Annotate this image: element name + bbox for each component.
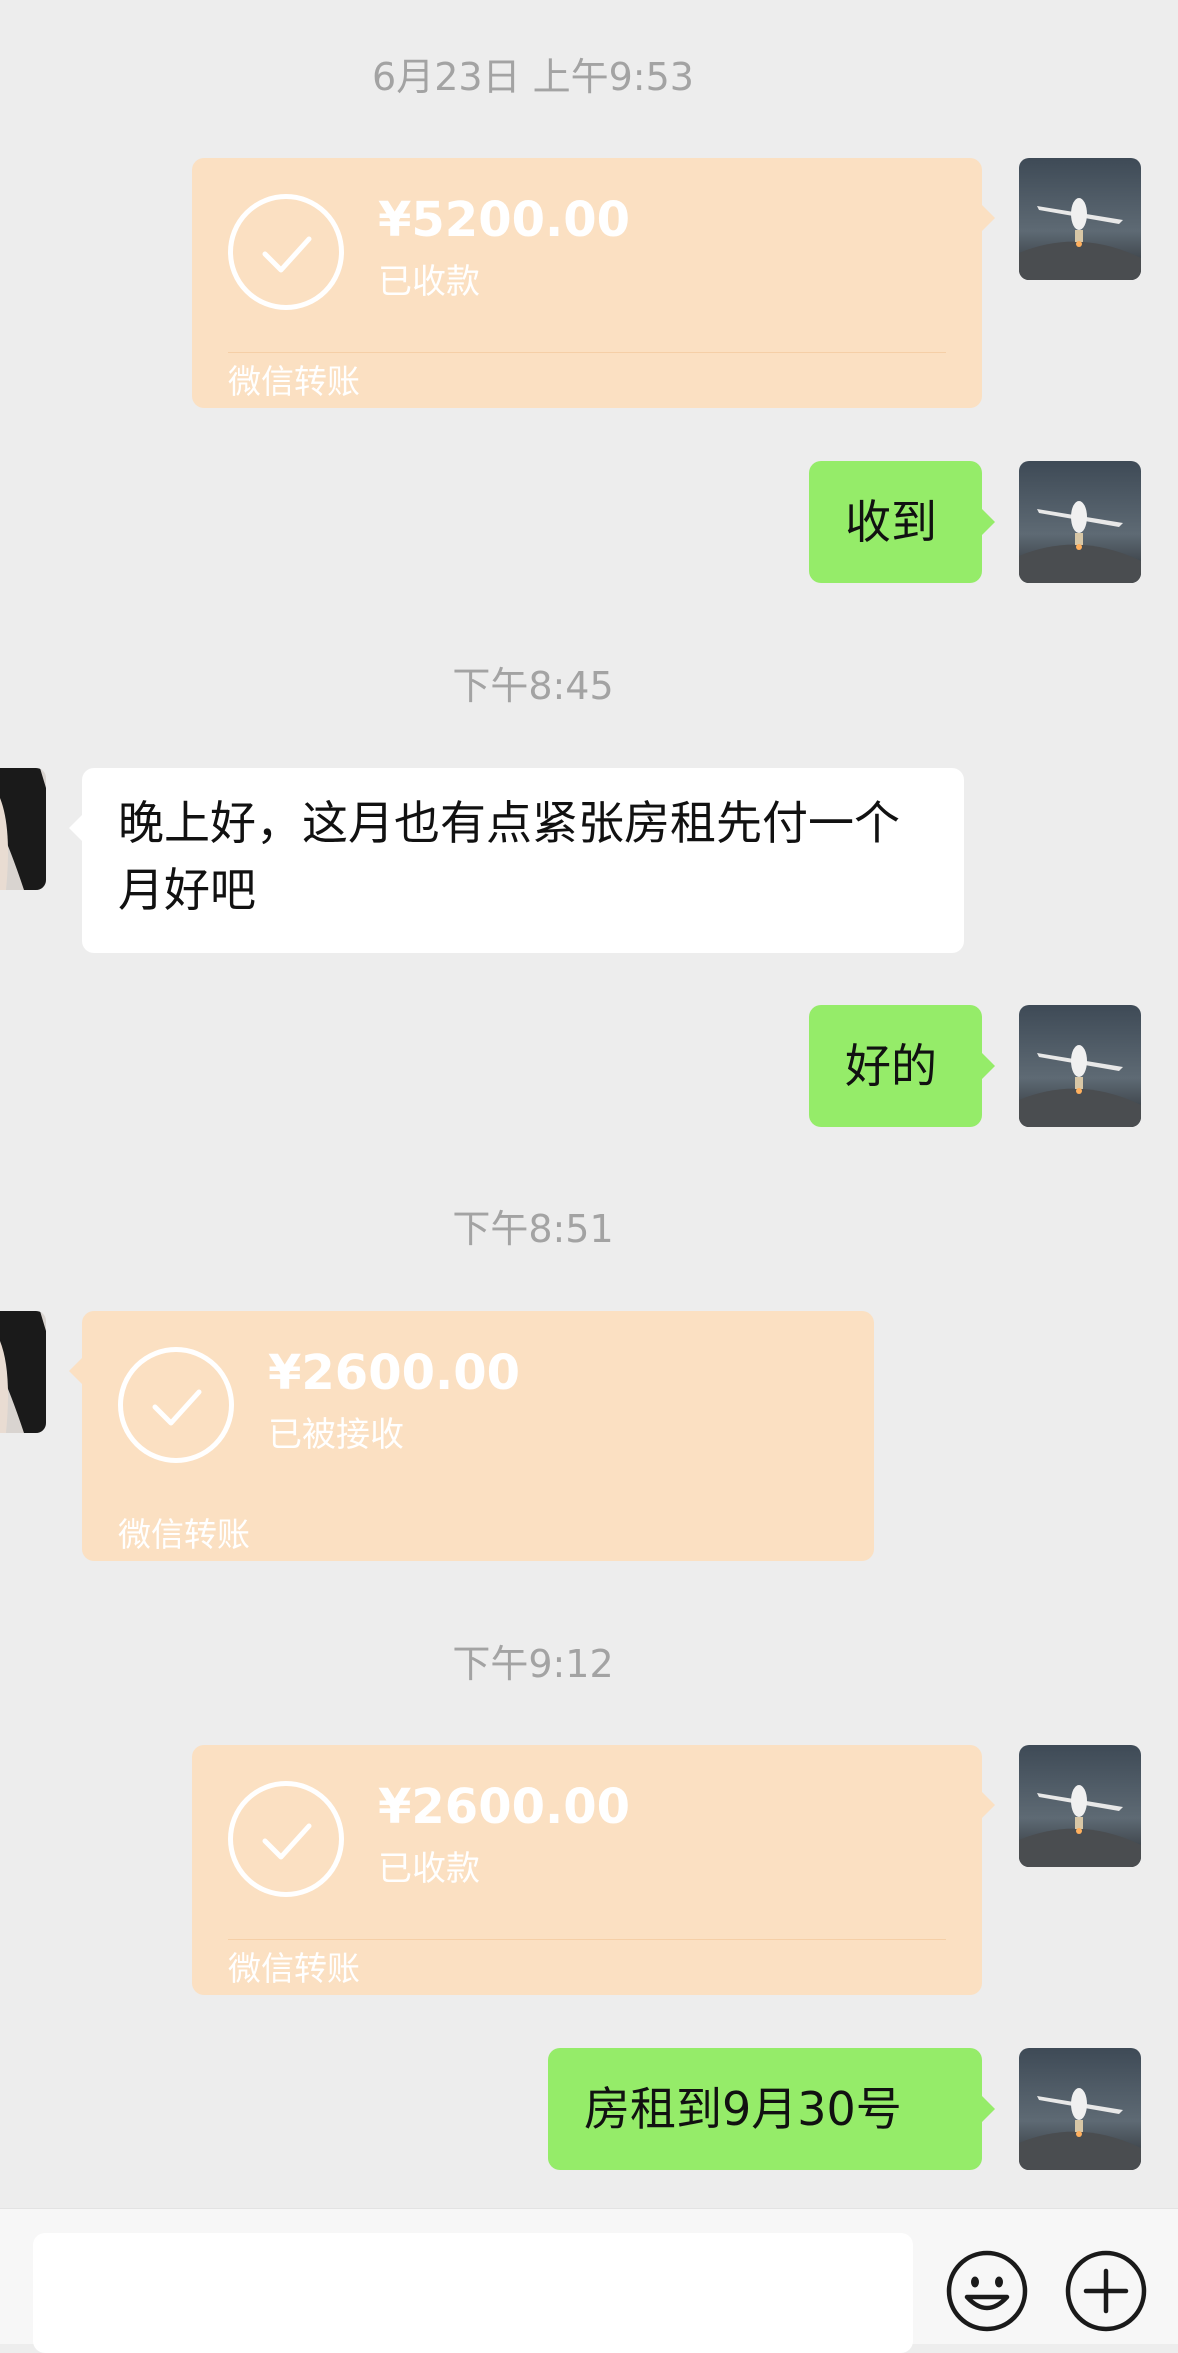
- timestamp: 下午8:45: [452, 664, 614, 708]
- transfer-card-received-2600[interactable]: ¥2600.00 已收款 微信转账: [192, 1745, 982, 1995]
- bubble-tail: [982, 509, 995, 535]
- bubble-tail: [982, 1792, 995, 1818]
- transfer-status: 已收款: [378, 262, 480, 302]
- transfer-status: 已被接收: [268, 1415, 404, 1455]
- emoji-icon[interactable]: [945, 2249, 1029, 2333]
- check-icon: [118, 1347, 234, 1463]
- check-icon: [228, 1781, 344, 1897]
- timestamp: 6月23日 上午9:53: [372, 55, 694, 99]
- transfer-amount: ¥5200.00: [378, 192, 631, 248]
- timestamp: 下午8:51: [452, 1207, 614, 1251]
- my-avatar[interactable]: [1019, 158, 1141, 280]
- timestamp: 下午9:12: [452, 1642, 614, 1686]
- my-avatar[interactable]: [1019, 2048, 1141, 2170]
- my-avatar[interactable]: [1019, 1005, 1141, 1127]
- bubble-tail: [69, 1358, 82, 1384]
- transfer-amount: ¥2600.00: [378, 1779, 631, 1835]
- transfer-card-accepted-2600[interactable]: ¥2600.00 已被接收 微信转账: [82, 1311, 874, 1561]
- contact-avatar[interactable]: [0, 1311, 46, 1433]
- transfer-amount: ¥2600.00: [268, 1345, 521, 1401]
- bubble-tail: [982, 2096, 995, 2122]
- bubble-tail: [982, 205, 995, 231]
- input-bar: [0, 2208, 1178, 2353]
- transfer-label: 微信转账: [228, 1949, 360, 1988]
- transfer-card-received-5200[interactable]: ¥5200.00 已收款 微信转账: [192, 158, 982, 408]
- my-avatar[interactable]: [1019, 1745, 1141, 1867]
- transfer-label: 微信转账: [228, 362, 360, 401]
- my-avatar[interactable]: [1019, 461, 1141, 583]
- transfer-status: 已收款: [378, 1849, 480, 1889]
- divider: [228, 352, 946, 353]
- plus-icon[interactable]: [1064, 2249, 1148, 2333]
- sent-message[interactable]: 房租到9月30号: [548, 2048, 982, 2170]
- received-message[interactable]: 晚上好，这月也有点紧张房租先付一个月好吧: [82, 768, 964, 953]
- check-icon: [228, 194, 344, 310]
- message-input[interactable]: [33, 2233, 913, 2353]
- bubble-tail: [69, 815, 82, 841]
- sent-message[interactable]: 好的: [809, 1005, 982, 1127]
- sent-message[interactable]: 收到: [809, 461, 982, 583]
- transfer-label: 微信转账: [118, 1515, 250, 1554]
- contact-avatar[interactable]: [0, 768, 46, 890]
- divider: [228, 1939, 946, 1940]
- bubble-tail: [982, 1053, 995, 1079]
